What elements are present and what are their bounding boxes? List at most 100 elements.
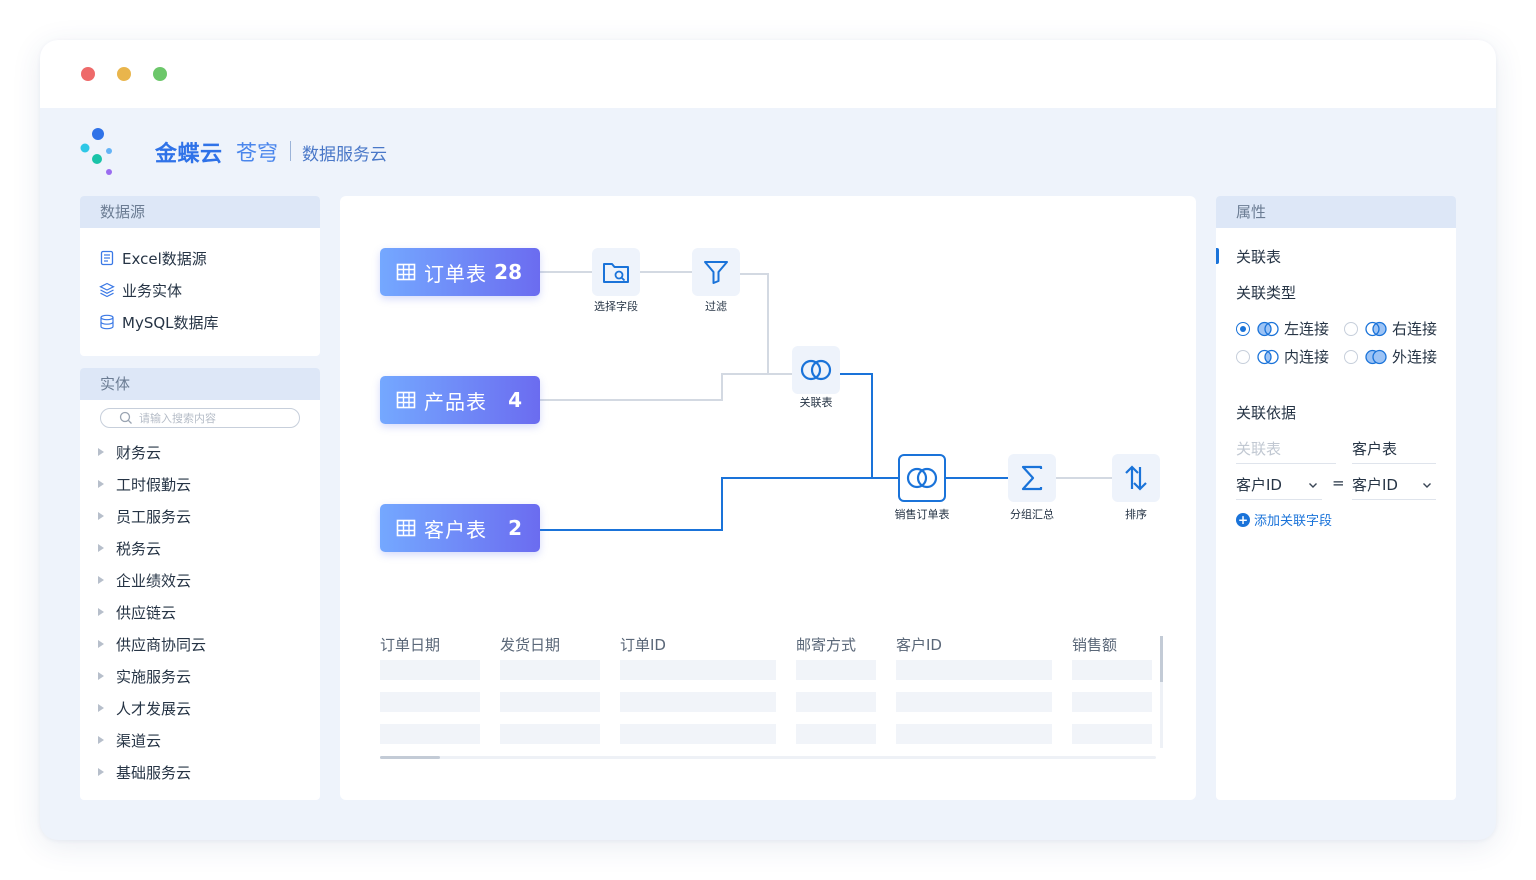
entity-tree-item[interactable]: 供应商协同云 <box>98 628 206 660</box>
join-type-outer[interactable]: 外连接 <box>1344 346 1437 367</box>
expand-arrow-icon[interactable] <box>98 512 104 520</box>
join-right-field-select[interactable]: 客户ID <box>1352 474 1436 500</box>
brand-separator <box>290 141 291 161</box>
radio-button[interactable] <box>1344 321 1358 336</box>
op-label-sort: 排序 <box>1125 508 1147 521</box>
join-type-inner[interactable]: 内连接 <box>1236 346 1329 367</box>
entity-tree-item[interactable]: 员工服务云 <box>98 500 206 532</box>
table-node-name: 客户表 <box>424 517 487 542</box>
right-join-venn-icon <box>1365 321 1387 336</box>
table-node-count: 28 <box>494 260 522 284</box>
entity-search-box[interactable] <box>100 408 300 428</box>
sigma-sum-icon <box>1021 465 1043 491</box>
datasource-item-entity[interactable]: 业务实体 <box>98 274 320 306</box>
op-node-filter[interactable] <box>692 248 740 296</box>
table-row[interactable] <box>380 660 1160 692</box>
radio-button[interactable] <box>1236 321 1250 336</box>
filter-funnel-icon <box>704 261 728 284</box>
table-node-products[interactable]: 产品表 4 <box>380 376 540 424</box>
datasource-list: Excel数据源 业务实体 MySQL数据库 <box>80 228 320 338</box>
properties-panel-title: 属性 <box>1216 196 1456 228</box>
expand-arrow-icon[interactable] <box>98 480 104 488</box>
grid-column-header[interactable]: 订单日期 <box>380 634 440 655</box>
chevron-down-icon <box>1423 483 1431 488</box>
table-node-orders[interactable]: 订单表 28 <box>380 248 540 296</box>
entity-tree-item[interactable]: 供应链云 <box>98 596 206 628</box>
product-name: 数据服务云 <box>302 145 387 165</box>
active-section-marker <box>1216 248 1219 264</box>
minimize-window-button[interactable] <box>117 67 131 81</box>
join-basis-left-header: 关联表 <box>1236 438 1336 464</box>
join-basis-right-header: 客户表 <box>1352 438 1436 464</box>
entity-tree-item[interactable]: 企业绩效云 <box>98 564 206 596</box>
preview-grid-header: 订单日期 发货日期 订单ID 邮寄方式 客户ID 销售额 <box>380 630 1160 658</box>
brand-subname: 苍穹 <box>236 141 278 165</box>
expand-arrow-icon[interactable] <box>98 736 104 744</box>
entity-tree-item[interactable]: 财务云 <box>98 436 206 468</box>
table-node-count: 4 <box>508 388 522 412</box>
datasource-item-label: MySQL数据库 <box>122 313 219 332</box>
join-circles-icon <box>906 467 938 489</box>
op-node-select-fields[interactable] <box>592 248 640 296</box>
op-node-sort[interactable] <box>1112 454 1160 502</box>
left-join-venn-icon <box>1257 321 1279 336</box>
datasource-panel: 数据源 Excel数据源 业务实体 MySQL数据库 <box>80 196 320 356</box>
equals-sign: = <box>1332 474 1345 492</box>
entity-tree-item[interactable]: 基础服务云 <box>98 756 206 788</box>
radio-button[interactable] <box>1344 349 1358 364</box>
join-type-left[interactable]: 左连接 <box>1236 318 1329 339</box>
grid-column-header[interactable]: 邮寄方式 <box>796 634 856 655</box>
entity-panel-title: 实体 <box>80 368 320 400</box>
table-row[interactable] <box>380 692 1160 724</box>
radio-button[interactable] <box>1236 349 1250 364</box>
table-node-count: 2 <box>508 516 522 540</box>
expand-arrow-icon[interactable] <box>98 672 104 680</box>
section-join-basis: 关联依据 <box>1236 404 1297 422</box>
grid-column-header[interactable]: 销售额 <box>1072 634 1117 655</box>
entity-tree-item[interactable]: 渠道云 <box>98 724 206 756</box>
entity-tree-item[interactable]: 实施服务云 <box>98 660 206 692</box>
section-join-table: 关联表 <box>1236 248 1282 266</box>
entity-tree-item[interactable]: 税务云 <box>98 532 206 564</box>
grid-column-header[interactable]: 发货日期 <box>500 634 560 655</box>
op-node-group-sum[interactable] <box>1008 454 1056 502</box>
preview-grid: 订单日期 发货日期 订单ID 邮寄方式 客户ID 销售额 <box>380 630 1160 756</box>
expand-arrow-icon[interactable] <box>98 704 104 712</box>
entity-tree-item[interactable]: 工时假勤云 <box>98 468 206 500</box>
table-node-customers[interactable]: 客户表 2 <box>380 504 540 552</box>
grid-vertical-scrollbar[interactable] <box>1160 636 1163 748</box>
table-icon <box>396 519 416 537</box>
layers-icon <box>98 281 116 299</box>
op-node-sales-orders[interactable] <box>898 454 946 502</box>
grid-column-header[interactable]: 客户ID <box>896 634 942 655</box>
expand-arrow-icon[interactable] <box>98 608 104 616</box>
op-label-filter: 过滤 <box>705 300 727 313</box>
entity-panel: 实体 财务云 工时假勤云 员工服务云 税务云 企业绩效云 供应链云 供应商协同云… <box>80 368 320 800</box>
entity-tree: 财务云 工时假勤云 员工服务云 税务云 企业绩效云 供应链云 供应商协同云 实施… <box>98 436 206 788</box>
maximize-window-button[interactable] <box>153 67 167 81</box>
expand-arrow-icon[interactable] <box>98 544 104 552</box>
op-label-select-fields: 选择字段 <box>594 300 638 313</box>
close-window-button[interactable] <box>81 67 95 81</box>
expand-arrow-icon[interactable] <box>98 576 104 584</box>
table-row[interactable] <box>380 724 1160 756</box>
datasource-item-excel[interactable]: Excel数据源 <box>98 242 320 274</box>
grid-column-header[interactable]: 订单ID <box>620 634 666 655</box>
expand-arrow-icon[interactable] <box>98 448 104 456</box>
datasource-item-mysql[interactable]: MySQL数据库 <box>98 306 320 338</box>
join-type-right[interactable]: 右连接 <box>1344 318 1437 339</box>
logo-dots-icon <box>80 128 112 175</box>
entity-tree-item[interactable]: 人才发展云 <box>98 692 206 724</box>
expand-arrow-icon[interactable] <box>98 640 104 648</box>
add-join-field-button[interactable]: + 添加关联字段 <box>1236 510 1332 529</box>
expand-arrow-icon[interactable] <box>98 768 104 776</box>
entity-search-input[interactable] <box>139 411 289 425</box>
inner-join-venn-icon <box>1257 349 1279 364</box>
op-node-join[interactable] <box>792 346 840 394</box>
grid-horizontal-scrollbar[interactable] <box>380 756 1156 759</box>
table-node-name: 产品表 <box>424 389 487 414</box>
brand-name: 金蝶云 <box>155 142 223 167</box>
join-left-field-select[interactable]: 客户ID <box>1236 474 1322 500</box>
title-bar <box>40 40 1496 108</box>
brand-header: 金蝶云 苍穹 数据服务云 <box>80 128 480 178</box>
